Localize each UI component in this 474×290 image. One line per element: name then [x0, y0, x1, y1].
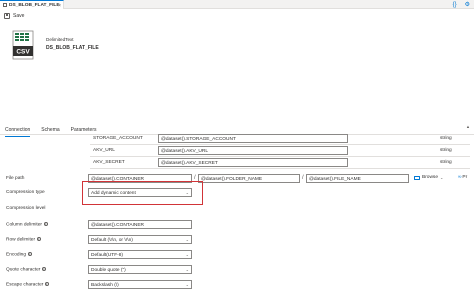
- quote-character-select[interactable]: Double quote (") ⌄: [88, 265, 192, 274]
- escape-character-value: Backslash (\): [91, 282, 119, 288]
- chevron-down-icon: ⌄: [185, 282, 189, 287]
- info-icon: i: [43, 222, 48, 226]
- preview-icon: ∞: [458, 175, 462, 180]
- browse-label: Browse: [422, 175, 438, 180]
- top-bar: DS_BLOB_FLAT_FILE × {} ⚙: [0, 0, 474, 9]
- dataset-header: CSV DelimitedText DS_BLOB_FLAT_FILE: [10, 30, 310, 60]
- param-type: string: [440, 136, 452, 141]
- param-type: string: [440, 148, 452, 153]
- encoding-label: Encoding i: [6, 252, 32, 258]
- info-icon: i: [27, 252, 32, 256]
- browse-button[interactable]: Browse ⌄: [414, 175, 443, 180]
- chevron-down-icon: ⌄: [440, 175, 444, 180]
- tab-connection[interactable]: Connection: [5, 127, 31, 137]
- quote-character-value: Double quote ("): [91, 267, 126, 273]
- tab-title: DS_BLOB_FLAT_FILE: [9, 3, 60, 8]
- tab-dataset[interactable]: DS_BLOB_FLAT_FILE ×: [0, 0, 64, 9]
- dataset-type: DelimitedText: [46, 37, 74, 42]
- csv-icon-label: CSV: [16, 49, 30, 56]
- chevron-down-icon: ⌄: [185, 252, 189, 257]
- info-icon: i: [44, 282, 49, 286]
- param-value-input[interactable]: @dataset().AKV_SECRET: [158, 158, 348, 167]
- row-delimiter-value: Default (\r\n, or \r\n): [91, 237, 133, 243]
- dataset-name: DS_BLOB_FLAT_FILE: [46, 45, 99, 51]
- compression-level-label: Compression level: [6, 206, 46, 211]
- encoding-select[interactable]: Default(UTF-8) ⌄: [88, 250, 192, 259]
- tab-schema[interactable]: Schema: [41, 127, 59, 137]
- quote-character-label: Quote character i: [6, 267, 46, 273]
- save-button[interactable]: Save: [4, 13, 24, 19]
- save-icon: [4, 13, 10, 19]
- gear-icon[interactable]: ⚙: [465, 1, 470, 8]
- folder-icon: [414, 175, 420, 180]
- row-delimiter-select[interactable]: Default (\r\n, or \r\n) ⌄: [88, 235, 192, 244]
- table-row: AKV_URL @dataset().AKV_URL string: [90, 145, 470, 157]
- column-delimiter-label: Column delimiter i: [6, 222, 48, 228]
- top-actions: {} ⚙: [453, 1, 470, 9]
- param-key: AKV_SECRET: [93, 160, 125, 165]
- compression-type-label: Compression type: [6, 190, 45, 195]
- csv-file-icon: CSV: [12, 30, 34, 60]
- path-separator: /: [302, 175, 304, 181]
- row-delimiter-label: Row delimiter i: [6, 237, 41, 243]
- table-row: STORAGE_ACCOUNT @dataset().STORAGE_ACCOU…: [90, 133, 470, 145]
- save-label: Save: [13, 13, 25, 19]
- panel-tabs-area: Connection Schema Parameters: [0, 106, 474, 137]
- escape-character-select[interactable]: Backslash (\) ⌄: [88, 280, 192, 289]
- column-delimiter-input[interactable]: @dataset().CONTAINER: [88, 220, 192, 229]
- preview-data-button[interactable]: ∞ Pr: [458, 175, 467, 180]
- dataset-icon: [3, 3, 7, 7]
- file-path-label: File path: [6, 176, 25, 181]
- chevron-down-icon: ⌄: [185, 237, 189, 242]
- param-type: string: [440, 160, 452, 165]
- param-value-input[interactable]: @dataset().STORAGE_ACCOUNT: [158, 134, 348, 143]
- close-icon[interactable]: ×: [58, 3, 61, 9]
- file-path-folder-input[interactable]: @dataset().FOLDER_NAME: [198, 174, 300, 183]
- info-icon: i: [36, 237, 41, 241]
- chevron-down-icon: ⌄: [185, 267, 189, 272]
- toolbar: Save: [0, 11, 474, 23]
- escape-character-label: Escape character i: [6, 282, 49, 288]
- chevron-up-icon[interactable]: ▲: [466, 124, 472, 130]
- param-value-input[interactable]: @dataset().AKV_URL: [158, 146, 348, 155]
- param-key: AKV_URL: [93, 148, 115, 153]
- info-icon: i: [41, 267, 46, 271]
- highlight-box: [82, 181, 203, 205]
- table-row: AKV_SECRET @dataset().AKV_SECRET string: [90, 157, 470, 169]
- preview-label: Pr: [462, 175, 468, 180]
- param-key: STORAGE_ACCOUNT: [93, 136, 143, 141]
- file-path-file-input[interactable]: @dataset().FILE_NAME: [306, 174, 409, 183]
- encoding-value: Default(UTF-8): [91, 252, 123, 258]
- code-icon[interactable]: {}: [453, 2, 457, 8]
- panel-tabs: Connection Schema Parameters: [5, 127, 96, 137]
